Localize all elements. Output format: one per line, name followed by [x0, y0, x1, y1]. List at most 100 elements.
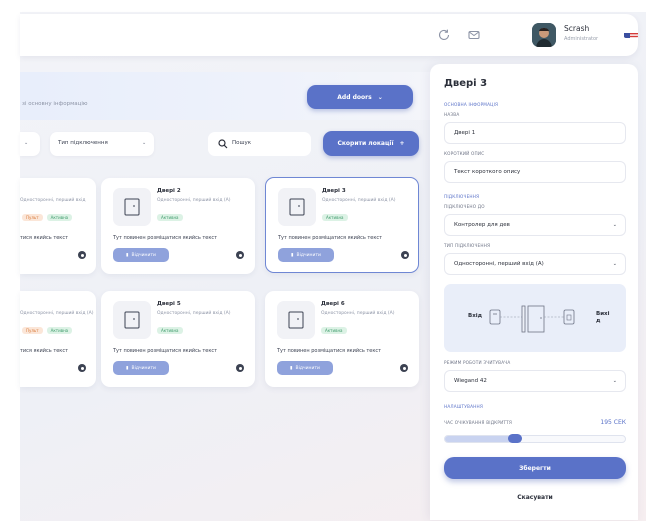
user-avatar[interactable]	[532, 23, 556, 47]
card-tag-orange: Пульт	[22, 327, 43, 334]
chevron-down-icon: ⌄	[24, 140, 29, 146]
save-label: Зберегти	[519, 464, 551, 472]
open-door-label: Відчинити	[131, 365, 156, 371]
chevron-down-icon: ⌄	[612, 378, 617, 384]
wait-time-slider[interactable]	[444, 434, 626, 443]
card-tag-green: Активна	[46, 327, 73, 334]
card-text: тися якийсь текст	[20, 235, 68, 241]
door-thumbnail	[113, 301, 151, 339]
lock-icon: ▮	[290, 365, 293, 371]
open-door-label: Відчинити	[295, 365, 320, 371]
connection-type-filter[interactable]: Тип підключення ⌄	[50, 132, 154, 156]
door-card-2[interactable]: Двері 2 Односторонні, перший вхід (А) Ак…	[101, 178, 255, 274]
door-card-partial-1[interactable]: Односторонні, перший вхід Пульт Активна …	[20, 178, 96, 274]
lock-icon: ▮	[126, 365, 129, 371]
door-thumbnail	[277, 301, 315, 339]
reader-mode-select[interactable]: Wiegand 42 ⌄	[444, 370, 626, 392]
door-icon	[124, 198, 140, 216]
door-card-5[interactable]: Двері 5 Односторонні, перший вхід (А) Ак…	[101, 291, 255, 387]
slider-thumb[interactable]	[508, 434, 522, 443]
card-subtitle: Односторонні, перший вхід (А)	[322, 198, 396, 203]
lock-icon: ▮	[126, 252, 129, 258]
chevron-down-icon: ⌄	[377, 93, 383, 101]
lock-icon: ▮	[291, 252, 294, 258]
reader-mode-label: РЕЖИМ РОБОТИ ЗЧИТУВАЧА	[444, 360, 511, 365]
connection-diagram: Вхід Вихі д	[444, 284, 626, 352]
door-card-partial-2[interactable]: Односторонні, перший вхід (А) Пульт Акти…	[20, 291, 96, 387]
card-title: Двері 3	[322, 188, 346, 194]
search-input[interactable]: Пошук	[208, 132, 311, 156]
section-connection: ПІДКЛЮЧЕННЯ	[444, 194, 480, 199]
reset-locations-label: Скорити локації	[337, 140, 394, 147]
open-door-label: Відчинити	[296, 252, 321, 258]
slider-fill	[445, 436, 515, 442]
gear-icon[interactable]	[400, 364, 408, 372]
open-door-label: Відчинити	[131, 252, 156, 258]
card-title: Двері 2	[157, 188, 181, 194]
card-tag-orange: Пульт	[22, 214, 43, 221]
gear-icon[interactable]	[236, 251, 244, 259]
wait-time-label: ЧАС ОЧІКУВАННЯ ВІДКРИТТЯ	[444, 420, 513, 425]
connection-type-select[interactable]: Односторонні, перший вхід (А) ⌄	[444, 253, 626, 275]
open-door-button[interactable]: ▮ Відчинити	[277, 361, 333, 375]
top-header: Scrash Administrator	[20, 14, 638, 56]
diagram-out-label: Вихі д	[596, 311, 610, 324]
card-subtitle: Односторонні, перший вхід (А)	[157, 198, 231, 203]
name-field[interactable]: Двері 1	[444, 122, 626, 144]
open-door-button[interactable]: ▮ Відчинити	[113, 361, 169, 375]
reader-mode-value: Wiegand 42	[454, 378, 487, 384]
mail-icon[interactable]	[466, 27, 482, 43]
card-subtitle: Односторонні, перший вхід	[20, 198, 86, 203]
open-door-button[interactable]: ▮ Відчинити	[113, 248, 169, 262]
door-icon	[289, 198, 305, 216]
card-title: Двері 6	[321, 301, 345, 307]
short-desc-label: КОРОТКИЙ ОПИС	[444, 151, 485, 156]
door-card-3[interactable]: Двері 3 Односторонні, перший вхід (А) Ак…	[265, 177, 419, 273]
window-left-edge	[0, 0, 20, 521]
chevron-down-icon: ⌄	[142, 140, 147, 146]
banner-description: зі основну інформацію	[22, 101, 88, 107]
connection-type-filter-label: Тип підключення	[58, 140, 108, 146]
chevron-down-icon: ⌄	[612, 261, 617, 267]
cancel-button[interactable]: Скасувати	[444, 494, 626, 501]
card-text: Тут повинен розміщатися якийсь текст	[277, 348, 382, 354]
status-badge: Активна	[322, 214, 348, 221]
language-flag-icon[interactable]	[624, 28, 638, 38]
gear-icon[interactable]	[236, 364, 244, 372]
add-doors-button[interactable]: Add doors ⌄	[307, 85, 413, 109]
gear-icon[interactable]	[78, 364, 86, 372]
refresh-icon[interactable]	[436, 27, 452, 43]
card-subtitle: Односторонні, перший вхід (А)	[321, 311, 395, 316]
door-thumbnail	[278, 188, 316, 226]
card-text: Тут повинен розміщатися якийсь текст	[113, 348, 218, 354]
plus-icon: +	[399, 140, 405, 147]
door-card-6[interactable]: Двері 6 Односторонні, перший вхід (А) Ак…	[265, 291, 419, 387]
connection-type-value: Односторонні, перший вхід (А)	[454, 261, 544, 267]
search-icon	[218, 139, 228, 149]
card-tag-green: Активна	[46, 214, 73, 221]
connected-to-select[interactable]: Контролер для дев ⌄	[444, 214, 626, 236]
chevron-down-icon: ⌄	[612, 222, 617, 228]
card-subtitle: Односторонні, перший вхід (А)	[157, 311, 231, 316]
section-settings: НАЛАШТУВАННЯ	[444, 404, 483, 409]
connection-type-label: ТИП ПІДКЛЮЧЕННЯ	[444, 243, 491, 248]
save-button[interactable]: Зберегти	[444, 457, 626, 479]
door-icon	[124, 311, 140, 329]
user-role: Administrator	[564, 36, 599, 42]
door-diagram-icon	[489, 305, 575, 333]
card-title: Двері 5	[157, 301, 181, 307]
search-placeholder: Пошук	[232, 140, 252, 146]
gear-icon[interactable]	[401, 251, 409, 259]
reset-locations-button[interactable]: Скорити локації +	[323, 131, 419, 156]
card-text: Тут повинен розміщатися якийсь текст	[278, 235, 383, 241]
open-door-button[interactable]: ▮ Відчинити	[278, 248, 334, 262]
short-desc-field[interactable]: Текст короткого опису	[444, 161, 626, 183]
panel-title: Двері 3	[444, 78, 488, 89]
name-label: НАЗВА	[444, 112, 460, 117]
filter-dropdown-partial[interactable]: ⌄	[20, 132, 40, 156]
window-top-edge	[0, 0, 646, 12]
gear-icon[interactable]	[78, 251, 86, 259]
section-main-info: ОСНОВНА ІНФОРМАЦІЯ	[444, 102, 499, 107]
door-details-panel: Двері 3 ОСНОВНА ІНФОРМАЦІЯ НАЗВА Двері 1…	[430, 64, 638, 520]
name-value: Двері 1	[454, 130, 476, 136]
